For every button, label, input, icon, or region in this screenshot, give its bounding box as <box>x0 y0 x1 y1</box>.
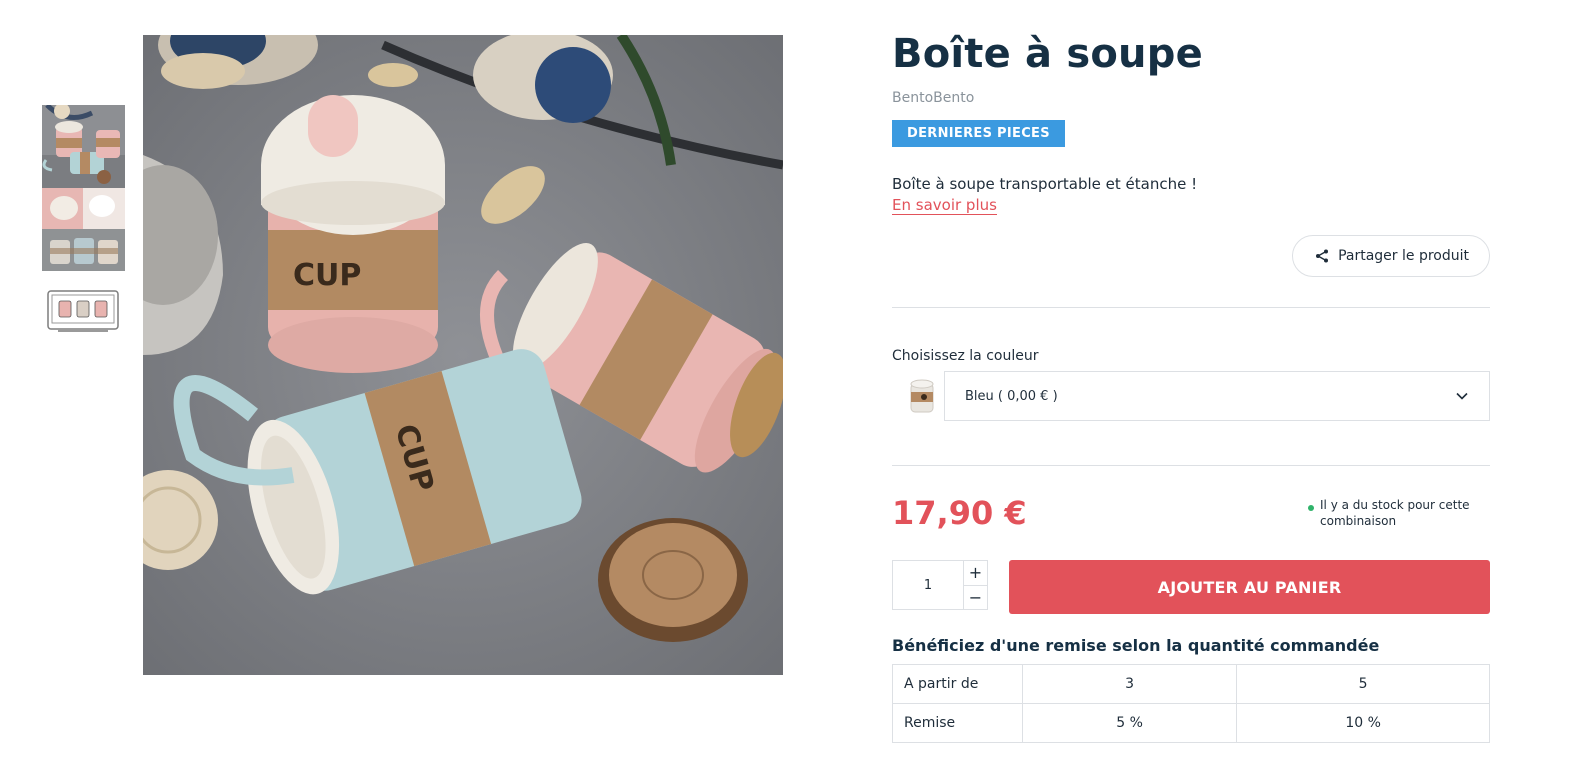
stock-availability: Il y a du stock pour cette combinaison <box>1308 498 1480 529</box>
share-product-label: Partager le produit <box>1338 248 1469 265</box>
stock-status-dot-icon <box>1308 505 1314 512</box>
thumbnail-3[interactable] <box>42 271 125 354</box>
add-to-cart-button[interactable]: AJOUTER AU PANIER <box>1009 560 1490 615</box>
product-info-panel: Boîte à soupe BentoBento DERNIERES PIECE… <box>892 30 1490 744</box>
thumbnail-list <box>42 105 125 354</box>
discount-value-cell: 10 % <box>1236 703 1490 744</box>
color-selector-label: Choisissez la couleur <box>892 348 1039 365</box>
quantity-increase-button[interactable]: + <box>964 561 987 585</box>
quantity-stepper: + − <box>892 560 988 611</box>
color-selector: Bleu ( 0,00 € ) <box>892 371 1490 422</box>
read-more-link[interactable]: En savoir plus <box>892 196 997 216</box>
discount-quantity-cell: 3 <box>1021 664 1238 705</box>
stock-badge: DERNIERES PIECES <box>892 120 1065 147</box>
add-to-cart-row: + − AJOUTER AU PANIER <box>892 560 1490 615</box>
quantity-buttons: + − <box>963 561 987 610</box>
product-brand: BentoBento <box>892 90 975 106</box>
product-title: Boîte à soupe <box>892 31 1203 77</box>
table-row: Remise 5 % 10 % <box>892 703 1490 744</box>
quantity-decrease-button[interactable]: − <box>964 584 987 610</box>
share-row: Partager le produit <box>892 235 1490 279</box>
volume-discount-table: A partir de 3 5 Remise 5 % 10 % <box>892 664 1490 744</box>
price-row: 17,90 € Il y a du stock pour cette combi… <box>892 488 1490 550</box>
volume-discount-title: Bénéficiez d'une remise selon la quantit… <box>892 636 1380 656</box>
product-photo: CUP CUP <box>143 35 783 675</box>
divider <box>892 465 1490 467</box>
thumbnail-2[interactable] <box>42 188 125 271</box>
color-select-value: Bleu ( 0,00 € ) <box>965 388 1058 404</box>
thumbnail-1[interactable] <box>42 105 125 188</box>
product-price: 17,90 € <box>892 494 1027 533</box>
discount-value-cell: 5 % <box>1021 703 1238 744</box>
discount-value-header: Remise <box>892 703 1023 744</box>
discount-quantity-cell: 5 <box>1236 664 1490 705</box>
variant-thumbnail <box>892 371 944 421</box>
product-main-image[interactable]: CUP CUP <box>143 35 783 675</box>
divider <box>892 307 1490 309</box>
share-icon <box>1316 249 1329 263</box>
product-short-description: Boîte à soupe transportable et étanche ! <box>892 175 1198 193</box>
chevron-down-icon <box>1456 393 1468 400</box>
table-row: A partir de 3 5 <box>892 664 1490 705</box>
stock-availability-text: Il y a du stock pour cette combinaison <box>1320 498 1470 528</box>
quantity-input[interactable] <box>893 561 963 610</box>
discount-quantity-header: A partir de <box>892 664 1023 705</box>
svg-text:CUP: CUP <box>293 258 361 293</box>
color-select[interactable]: Bleu ( 0,00 € ) <box>944 371 1490 422</box>
share-product-button[interactable]: Partager le produit <box>1292 235 1490 278</box>
